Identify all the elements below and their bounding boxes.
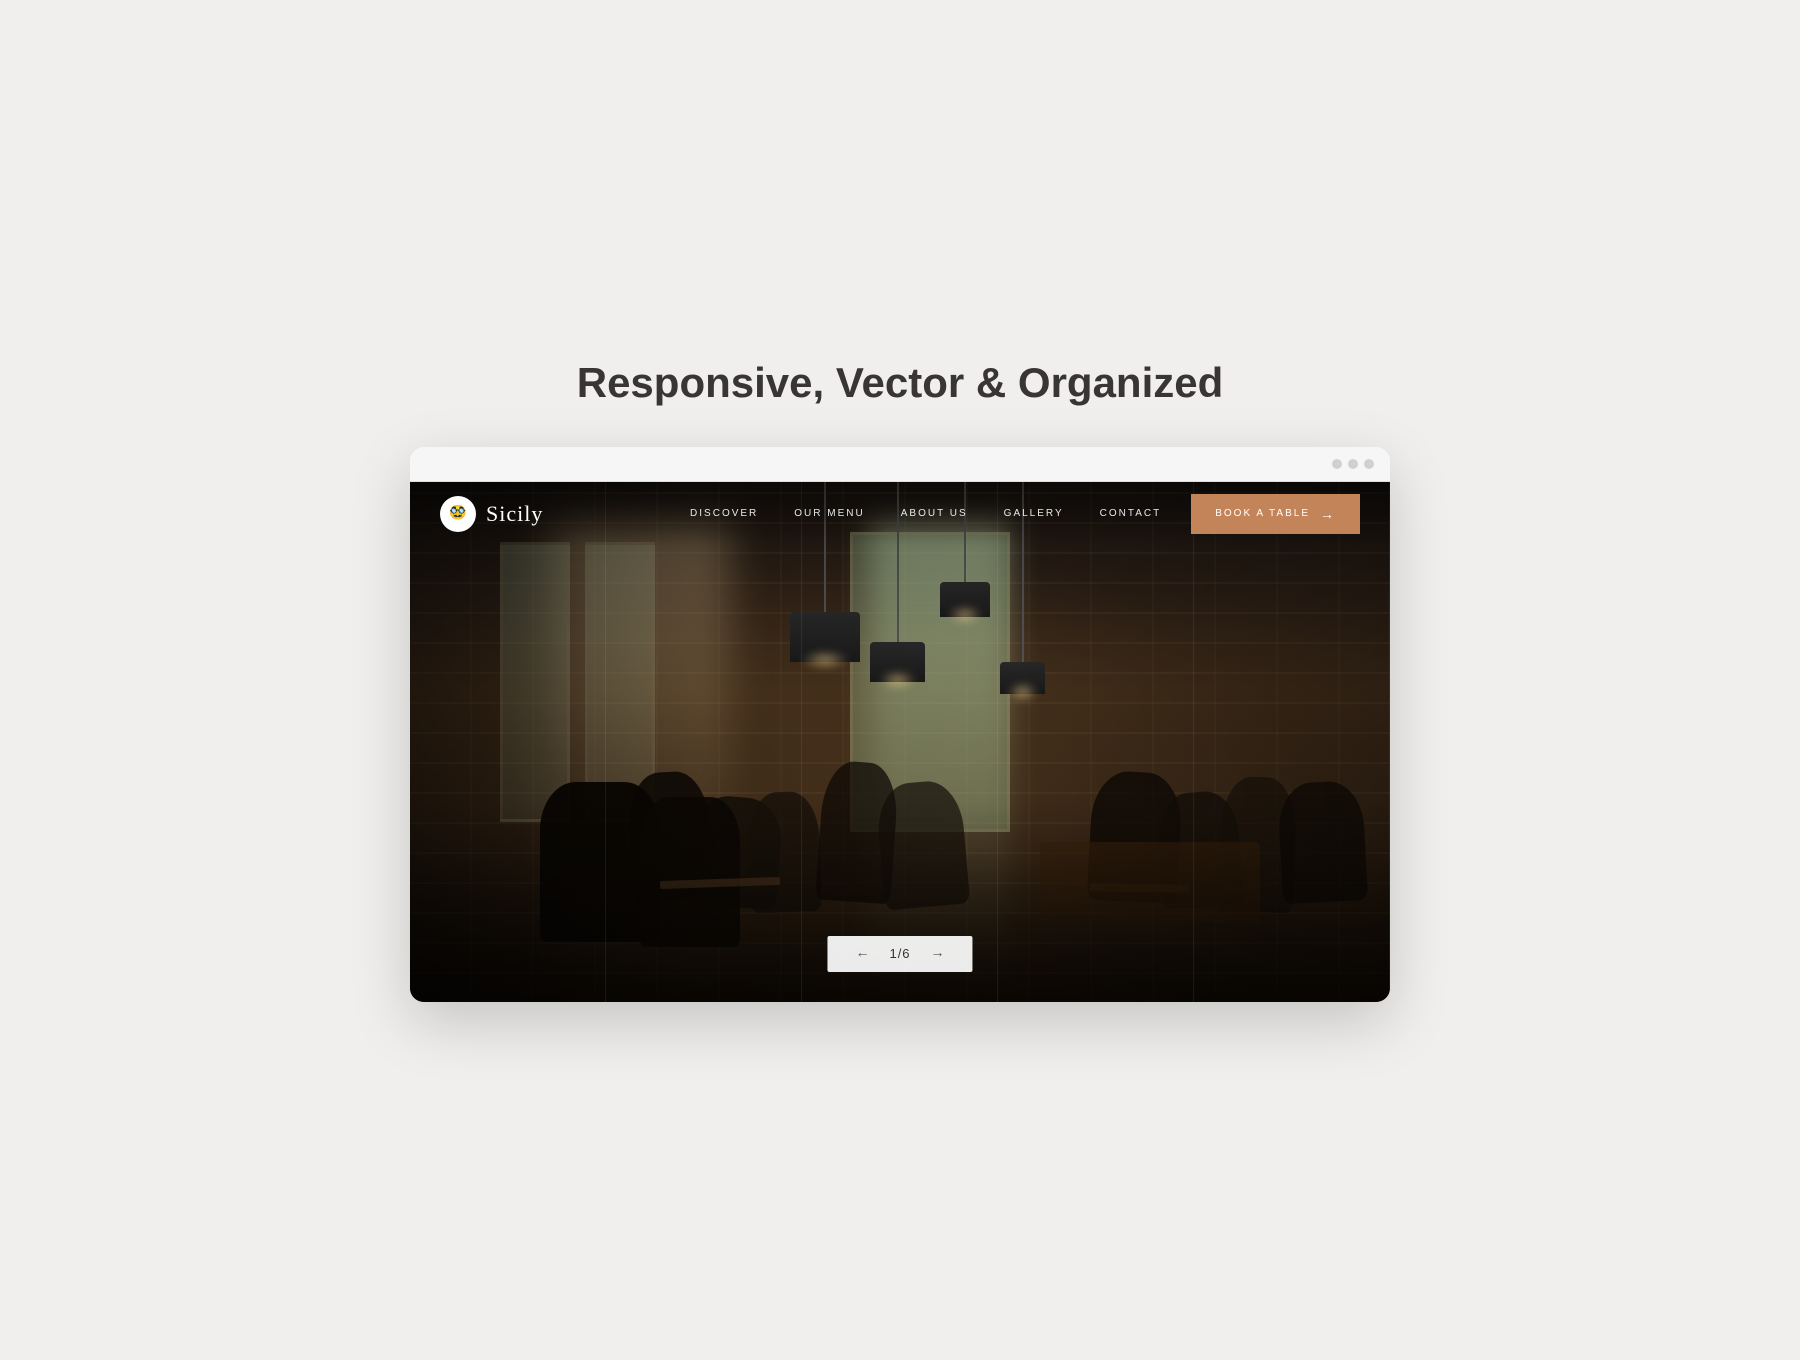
logo-icon: 🥸 (440, 496, 476, 532)
book-table-label: BOOK A TABLE (1215, 508, 1310, 519)
nav-link-our-menu[interactable]: OUR MENU (794, 508, 864, 519)
browser-dots (1332, 459, 1374, 469)
scene-overlay (410, 482, 1390, 1002)
page-title: Responsive, Vector & Organized (577, 359, 1224, 407)
pagination-current: 1/6 (889, 946, 910, 961)
pagination-prev[interactable]: ← (855, 946, 869, 962)
nav-link-about-us[interactable]: ABOUT US (901, 508, 968, 519)
book-table-button[interactable]: BOOK A TABLE → (1191, 494, 1360, 534)
browser-dot-1 (1332, 459, 1342, 469)
browser-dot-2 (1348, 459, 1358, 469)
logo-area[interactable]: 🥸 Sicily (440, 496, 543, 532)
browser-window: 🥸 Sicily DISCOVER OUR MENU ABOUT US GALL… (410, 447, 1390, 1002)
pagination-control: ← 1/6 → (827, 936, 972, 972)
pagination-next[interactable]: → (931, 946, 945, 962)
browser-dot-3 (1364, 459, 1374, 469)
website-preview: 🥸 Sicily DISCOVER OUR MENU ABOUT US GALL… (410, 482, 1390, 1002)
nav-link-contact[interactable]: CONTACT (1100, 508, 1162, 519)
nav-links: DISCOVER OUR MENU ABOUT US GALLERY CONTA… (690, 508, 1161, 519)
book-table-arrow: → (1320, 506, 1336, 522)
browser-chrome (410, 447, 1390, 482)
logo-text: Sicily (486, 501, 543, 527)
nav-link-gallery[interactable]: GALLERY (1004, 508, 1064, 519)
nav-link-discover[interactable]: DISCOVER (690, 508, 758, 519)
nav-bar: 🥸 Sicily DISCOVER OUR MENU ABOUT US GALL… (410, 482, 1390, 546)
